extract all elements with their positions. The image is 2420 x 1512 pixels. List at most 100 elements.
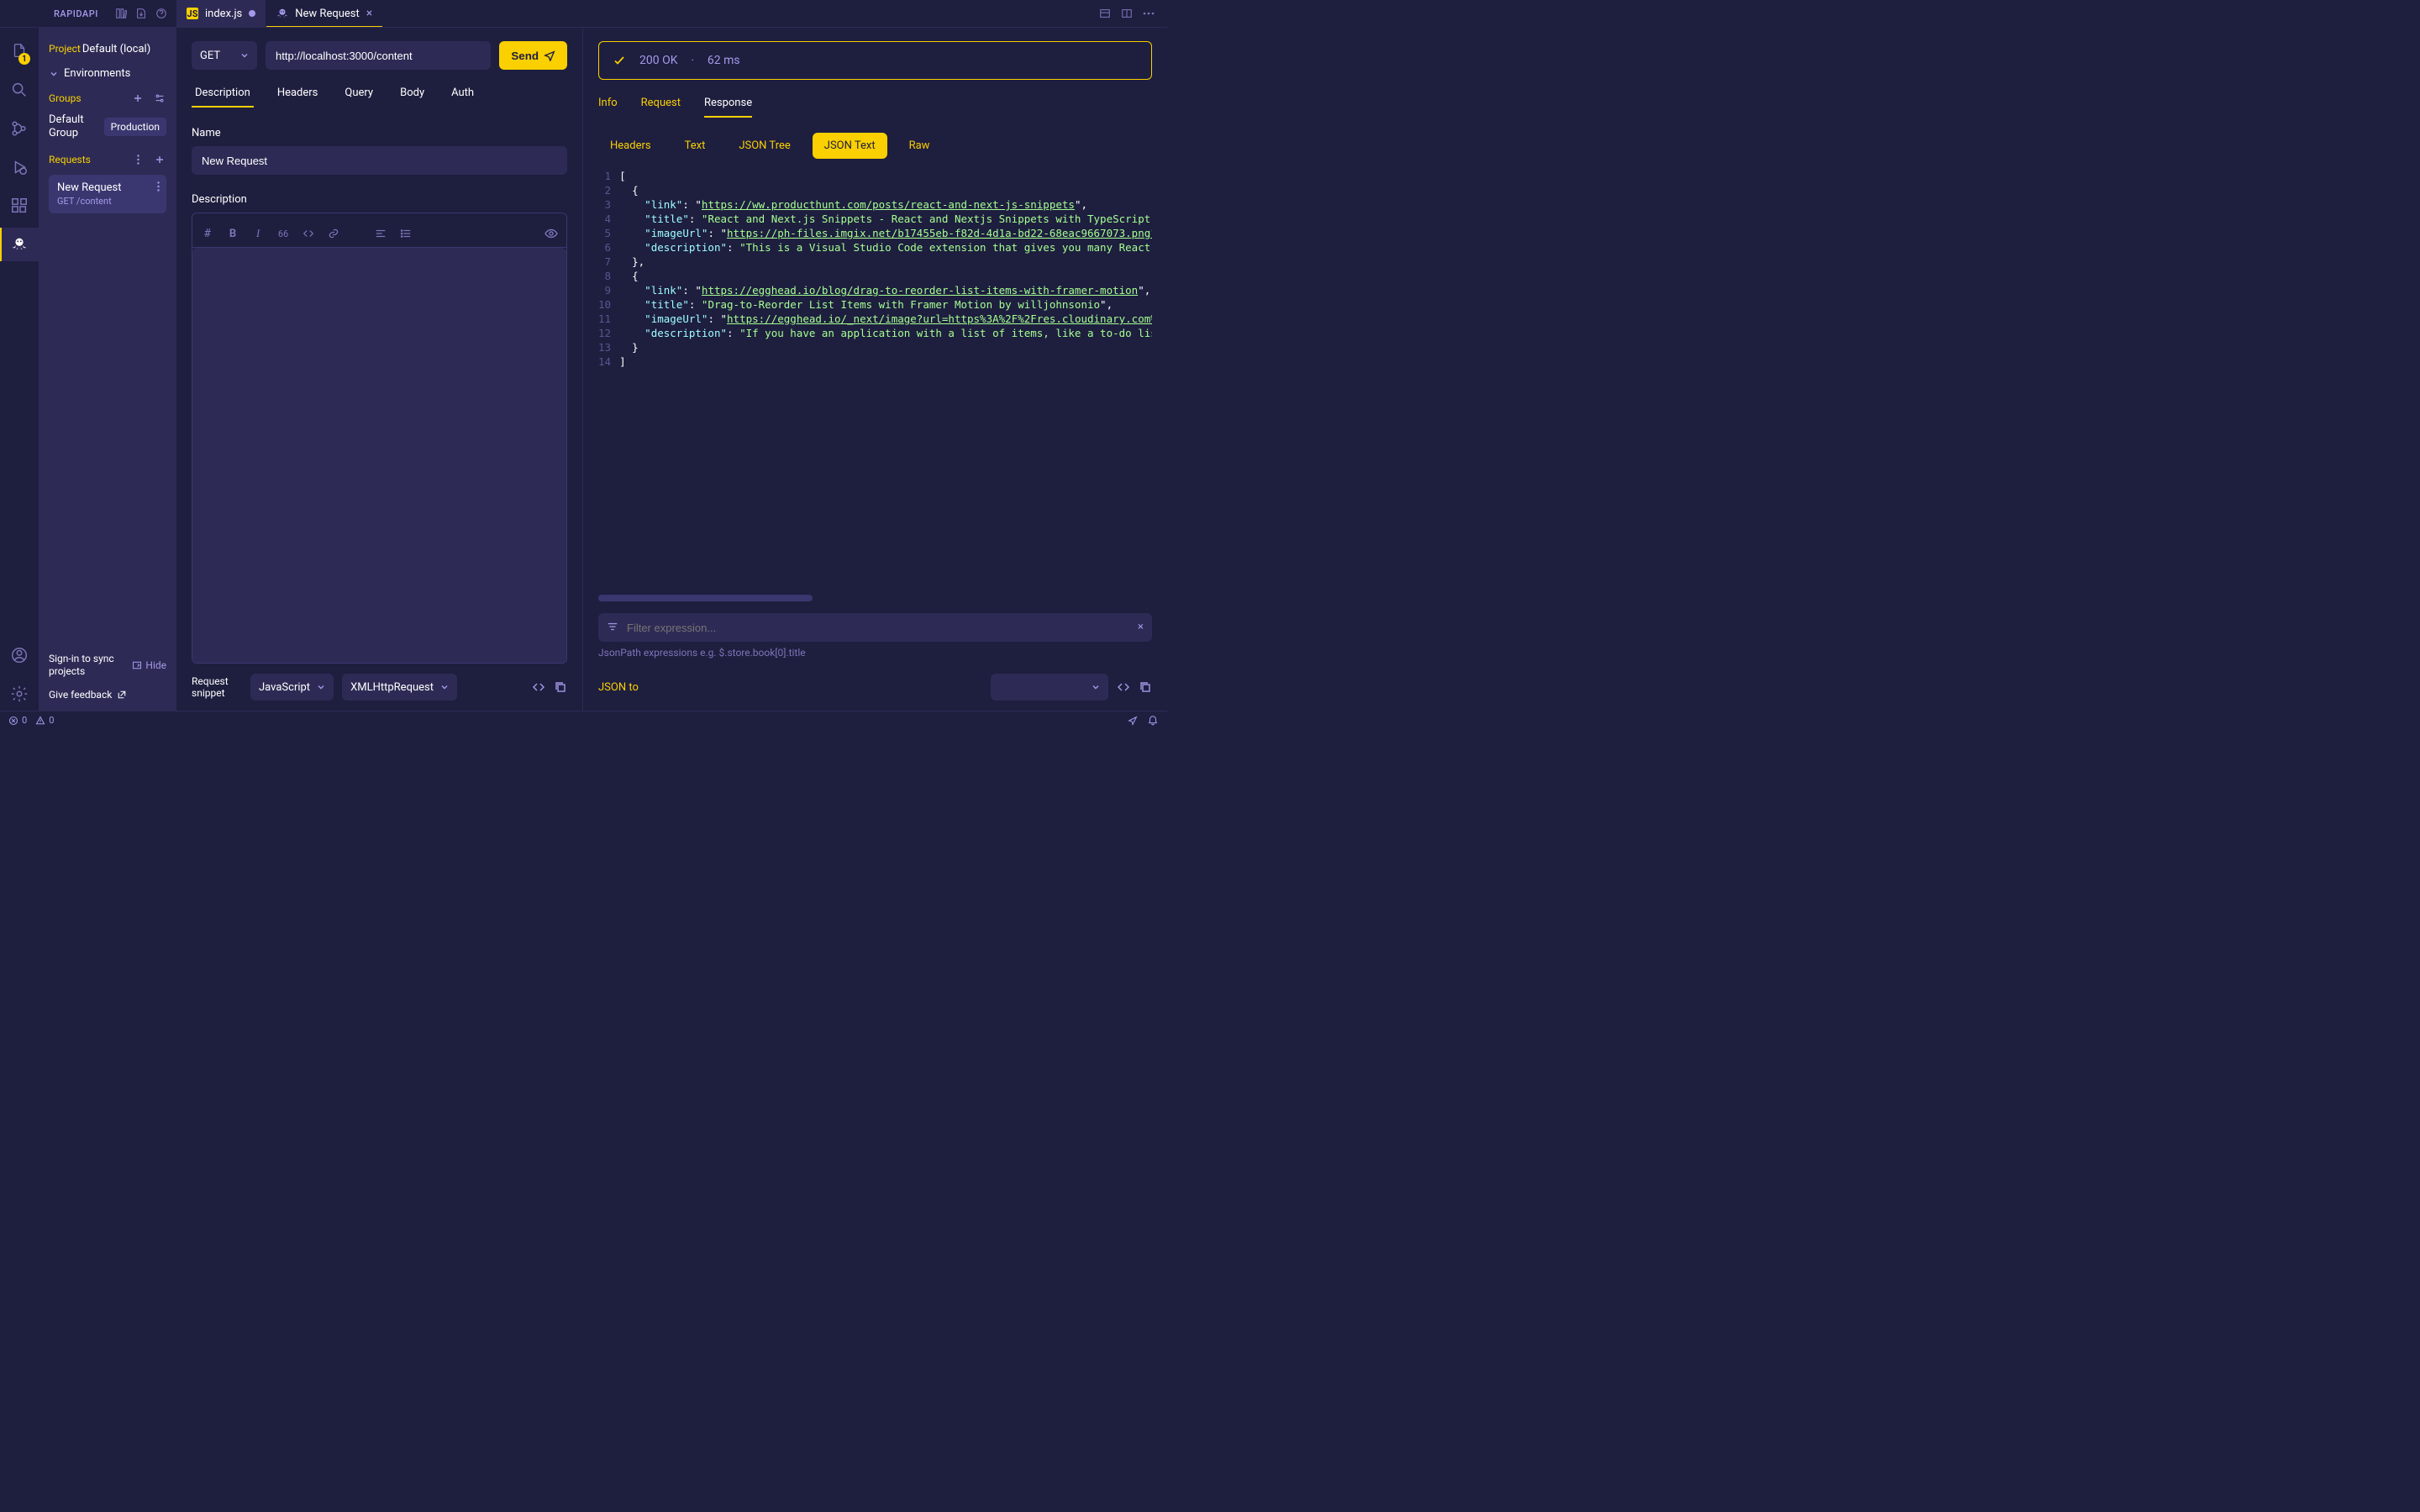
tab-request[interactable]: Request bbox=[641, 97, 681, 118]
language-select[interactable]: JavaScript bbox=[250, 674, 334, 701]
tab-index-js[interactable]: JS index.js bbox=[176, 0, 266, 27]
subtab-headers[interactable]: Headers bbox=[598, 133, 663, 159]
list-icon[interactable] bbox=[399, 227, 413, 240]
json-viewer[interactable]: 1234567891011121314 [ { "link": "https:/… bbox=[598, 169, 1152, 591]
separator: · bbox=[692, 55, 694, 67]
search-icon[interactable] bbox=[0, 73, 39, 107]
environments-toggle[interactable]: Environments bbox=[49, 64, 166, 83]
production-chip[interactable]: Production bbox=[104, 118, 166, 136]
horizontal-scrollbar[interactable] bbox=[598, 595, 813, 601]
snippet-label: Request snippet bbox=[192, 675, 242, 700]
name-input[interactable] bbox=[192, 146, 567, 175]
group-settings-icon[interactable] bbox=[153, 92, 166, 105]
rapidapi-icon[interactable] bbox=[0, 228, 39, 261]
chevron-down-icon bbox=[1092, 683, 1100, 691]
filter-hint: JsonPath expressions e.g. $.store.book[0… bbox=[598, 647, 1152, 659]
align-icon[interactable] bbox=[374, 227, 387, 240]
subtab-text[interactable]: Text bbox=[673, 133, 718, 159]
project-name[interactable]: Default (local) bbox=[82, 43, 150, 55]
chevron-down-icon bbox=[49, 69, 59, 79]
layout-toggle-icon[interactable] bbox=[1098, 7, 1112, 20]
sign-in-text[interactable]: Sign-in to sync projects bbox=[49, 653, 129, 679]
filter-icon bbox=[607, 621, 618, 633]
library-select[interactable]: XMLHttpRequest bbox=[342, 674, 457, 701]
feedback-link[interactable]: Give feedback bbox=[49, 685, 166, 701]
extension-views-icon[interactable] bbox=[114, 7, 128, 20]
section-tabs: Description Headers Query Body Auth bbox=[192, 87, 567, 108]
request-subtitle: GET /content bbox=[57, 196, 158, 207]
response-subtabs: Headers Text JSON Tree JSON Text Raw bbox=[598, 133, 1152, 159]
tab-new-request[interactable]: New Request × bbox=[266, 0, 383, 27]
request-title: New Request bbox=[57, 181, 158, 194]
json-to-code-icon[interactable] bbox=[1117, 680, 1130, 694]
hide-button[interactable]: Hide bbox=[132, 659, 166, 671]
copy-icon[interactable] bbox=[1139, 680, 1152, 694]
sidebar: Project Default (local) Environments Gro… bbox=[39, 28, 176, 711]
tab-description[interactable]: Description bbox=[192, 87, 254, 108]
status-bar: 0 0 bbox=[0, 711, 1167, 729]
preview-icon[interactable] bbox=[544, 227, 558, 240]
badge: 1 bbox=[18, 53, 30, 65]
method-select[interactable]: GET bbox=[192, 41, 257, 70]
tab-info[interactable]: Info bbox=[598, 97, 618, 118]
response-time: 62 ms bbox=[708, 54, 740, 67]
name-label: Name bbox=[192, 127, 567, 139]
tab-auth[interactable]: Auth bbox=[448, 87, 477, 108]
description-textarea[interactable] bbox=[192, 248, 566, 663]
code-icon[interactable] bbox=[302, 227, 315, 240]
requests-more-icon[interactable] bbox=[131, 153, 145, 166]
subtab-json-tree[interactable]: JSON Tree bbox=[727, 133, 802, 159]
chevron-down-icon bbox=[317, 683, 325, 691]
tab-body[interactable]: Body bbox=[397, 87, 428, 108]
more-icon[interactable] bbox=[1142, 7, 1155, 20]
snippet-code-icon[interactable] bbox=[532, 680, 545, 694]
modified-dot-icon bbox=[249, 10, 255, 17]
octopus-icon bbox=[276, 8, 288, 19]
default-group-link[interactable]: Default Group bbox=[49, 113, 99, 139]
import-icon[interactable] bbox=[134, 7, 148, 20]
source-control-icon[interactable] bbox=[0, 112, 39, 145]
request-list-item[interactable]: New Request GET /content bbox=[49, 175, 166, 213]
chevron-down-icon bbox=[240, 51, 249, 60]
clear-icon[interactable]: × bbox=[1138, 621, 1144, 633]
link-icon[interactable] bbox=[327, 227, 340, 240]
subtab-raw[interactable]: Raw bbox=[897, 133, 942, 159]
copy-icon[interactable] bbox=[554, 680, 567, 694]
warnings-icon[interactable]: 0 bbox=[35, 715, 54, 726]
subtab-json-text[interactable]: JSON Text bbox=[813, 133, 887, 159]
close-icon[interactable]: × bbox=[366, 7, 372, 20]
errors-icon[interactable]: 0 bbox=[8, 715, 27, 726]
quote-icon[interactable]: 66 bbox=[276, 227, 290, 240]
tab-label: index.js bbox=[205, 8, 242, 20]
editor-tabs: JS index.js New Request × bbox=[176, 0, 1098, 27]
bold-icon[interactable]: B bbox=[226, 227, 239, 240]
json-to-label: JSON to bbox=[598, 681, 639, 694]
url-input[interactable] bbox=[266, 41, 491, 70]
tab-headers[interactable]: Headers bbox=[274, 87, 322, 108]
add-group-icon[interactable] bbox=[131, 92, 145, 105]
debug-icon[interactable] bbox=[0, 150, 39, 184]
description-toolbar: # B I 66 bbox=[192, 220, 566, 248]
explorer-icon[interactable]: 1 bbox=[0, 34, 39, 68]
brand-label: RAPIDAPI bbox=[54, 8, 98, 19]
description-label: Description bbox=[192, 193, 567, 206]
request-item-menu-icon[interactable] bbox=[157, 181, 160, 192]
tab-query[interactable]: Query bbox=[341, 87, 376, 108]
italic-icon[interactable]: I bbox=[251, 227, 265, 240]
help-icon[interactable] bbox=[155, 7, 168, 20]
filter-input[interactable] bbox=[598, 613, 1152, 642]
response-pane: 200 OK · 62 ms Info Request Response Hea… bbox=[583, 28, 1167, 711]
response-top-tabs: Info Request Response bbox=[598, 97, 1152, 118]
bell-icon[interactable] bbox=[1147, 715, 1159, 727]
feedback-icon[interactable] bbox=[1127, 715, 1139, 727]
heading-icon[interactable]: # bbox=[201, 227, 214, 240]
settings-gear-icon[interactable] bbox=[0, 677, 39, 711]
json-to-select[interactable] bbox=[991, 674, 1108, 701]
send-button[interactable]: Send bbox=[499, 41, 567, 70]
add-request-icon[interactable] bbox=[153, 153, 166, 166]
activity-bar: 1 bbox=[0, 28, 39, 711]
account-icon[interactable] bbox=[0, 638, 39, 672]
tab-response[interactable]: Response bbox=[704, 97, 752, 118]
extensions-icon[interactable] bbox=[0, 189, 39, 223]
split-editor-icon[interactable] bbox=[1120, 7, 1134, 20]
